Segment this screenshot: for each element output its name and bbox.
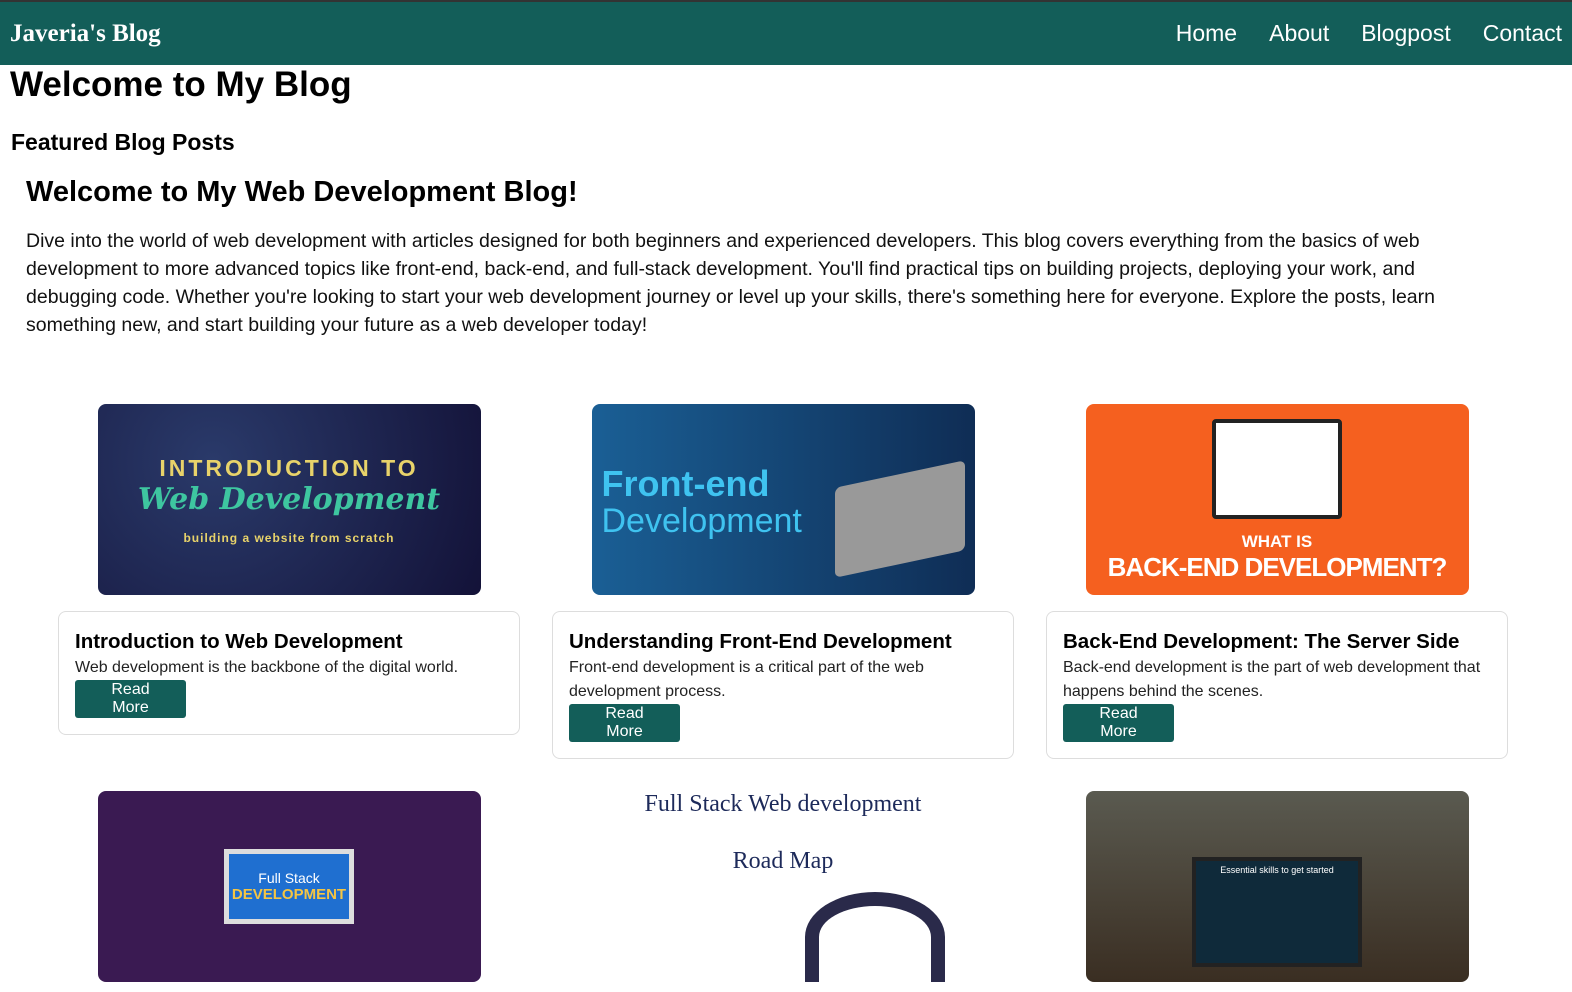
post-image: INTRODUCTION TO Web Development building…	[97, 404, 481, 595]
section-title: Featured Blog Posts	[11, 129, 235, 155]
post-title: Back-End Development: The Server Side	[1063, 630, 1460, 653]
post-card-4: Full Stack DEVELOPMENT	[58, 791, 520, 982]
post-card-2: Front-end Development Understanding Fron…	[552, 404, 1014, 759]
brand-logo[interactable]: Javeria's Blog	[10, 20, 161, 48]
post-image: Full Stack Web development Road Map	[591, 791, 975, 982]
post-image: Front-end Development	[591, 404, 975, 595]
post-card-5: Full Stack Web development Road Map	[552, 791, 1014, 982]
nav-home[interactable]: Home	[1176, 20, 1237, 47]
read-more-button[interactable]: Read More	[1063, 704, 1174, 742]
page-title: Welcome to My Blog	[10, 65, 352, 104]
post-title: Understanding Front-End Development	[569, 630, 952, 653]
post-card-1: INTRODUCTION TO Web Development building…	[58, 404, 520, 759]
nav-contact[interactable]: Contact	[1483, 20, 1562, 47]
navbar: Javeria's Blog Home About Blogpost Conta…	[0, 0, 1572, 65]
post-image: Essential skills to get started	[1085, 791, 1469, 982]
road-icon	[804, 892, 945, 982]
nav-about[interactable]: About	[1269, 20, 1329, 47]
post-card-body: Back-End Development: The Server Side Ba…	[1046, 611, 1508, 759]
post-card-body: Introduction to Web Development Web deve…	[58, 611, 520, 735]
intro-heading: Welcome to My Web Development Blog!	[26, 176, 578, 208]
post-image: WHAT IS BACK-END DEVELOPMENT?	[1085, 404, 1469, 595]
intro-text: Dive into the world of web development w…	[26, 230, 1435, 336]
post-title: Introduction to Web Development	[75, 630, 403, 653]
laptop-icon	[834, 460, 965, 578]
read-more-button[interactable]: Read More	[75, 680, 186, 718]
gear-laptop-icon	[1212, 419, 1342, 519]
post-desc: Back-end development is the part of web …	[1063, 659, 1481, 700]
post-card-6: Essential skills to get started	[1046, 791, 1508, 982]
post-desc: Web development is the backbone of the d…	[75, 659, 459, 676]
post-image: Full Stack DEVELOPMENT	[97, 791, 481, 982]
nav-blogpost[interactable]: Blogpost	[1361, 20, 1451, 47]
read-more-button[interactable]: Read More	[569, 704, 680, 742]
post-card-body: Understanding Front-End Development Fron…	[552, 611, 1014, 759]
post-desc: Front-end development is a critical part…	[569, 659, 924, 700]
post-card-3: WHAT IS BACK-END DEVELOPMENT? Back-End D…	[1046, 404, 1508, 759]
